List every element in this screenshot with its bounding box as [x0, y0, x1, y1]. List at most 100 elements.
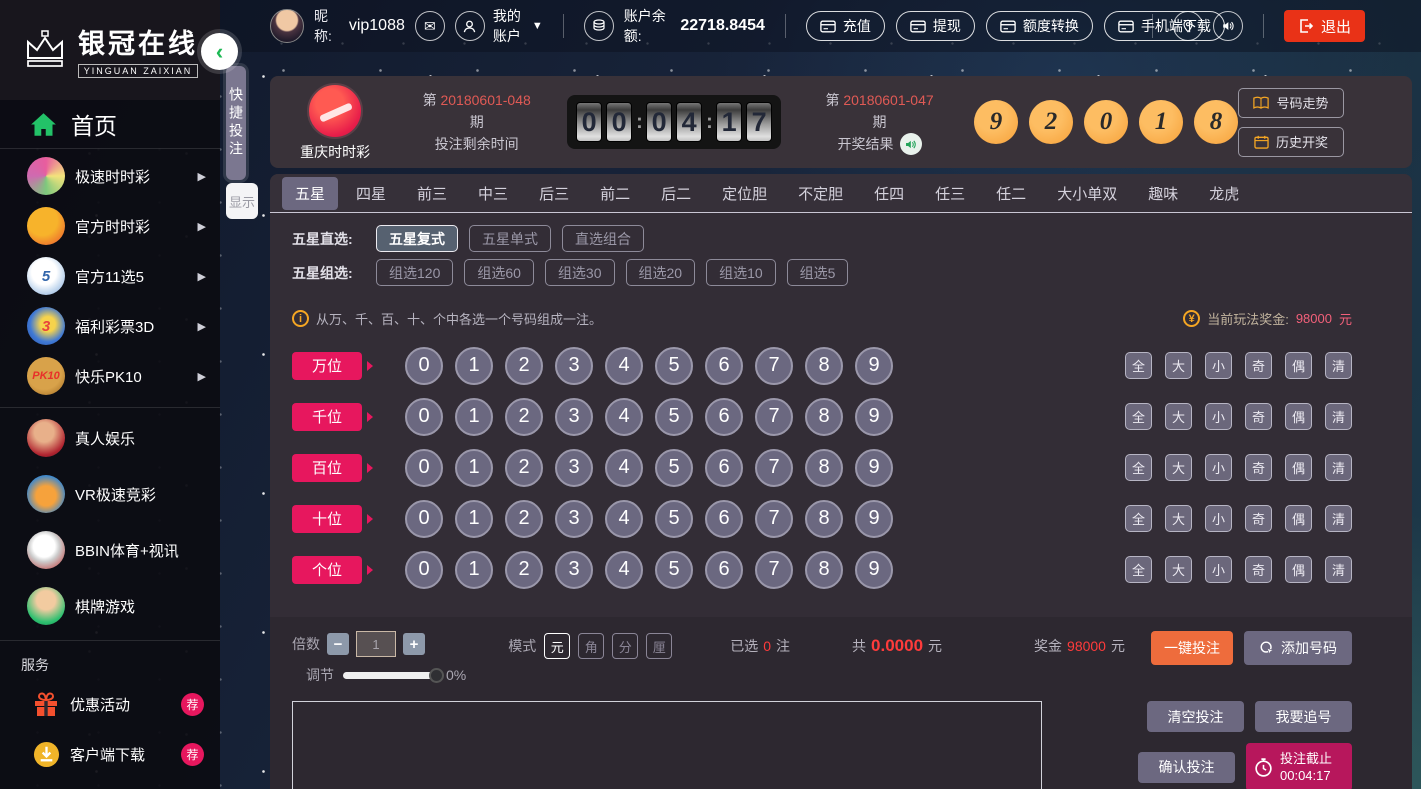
tab-houer[interactable]: 后二	[648, 177, 704, 210]
location-icon[interactable]	[1173, 11, 1203, 41]
tab-quwei[interactable]: 趣味	[1135, 177, 1191, 210]
number-ball-wan-9[interactable]: 9	[855, 347, 893, 385]
big-button-qian[interactable]: 大	[1165, 403, 1192, 430]
mode-yuan-button[interactable]: 元	[544, 633, 570, 659]
zhixuan-zuhe-button[interactable]: 直选组合	[562, 225, 644, 252]
odd-button-ge[interactable]: 奇	[1245, 556, 1272, 583]
number-ball-bai-5[interactable]: 5	[655, 449, 693, 487]
mode-li-button[interactable]: 厘	[646, 633, 672, 659]
result-sound-icon[interactable]	[900, 133, 922, 155]
clear-button-bai[interactable]: 清	[1325, 454, 1352, 481]
number-ball-ge-1[interactable]: 1	[455, 551, 493, 589]
show-toggle-button[interactable]: 显示	[226, 183, 258, 219]
confirm-bet-button[interactable]: 确认投注	[1138, 752, 1235, 783]
odd-button-qian[interactable]: 奇	[1245, 403, 1272, 430]
sidebar-item-bbin-sports[interactable]: BBIN体育+视讯	[0, 522, 220, 578]
zuxuan-5-button[interactable]: 组选5	[787, 259, 849, 286]
clear-button-ge[interactable]: 清	[1325, 556, 1352, 583]
number-ball-qian-9[interactable]: 9	[855, 398, 893, 436]
tab-qianer[interactable]: 前二	[587, 177, 643, 210]
number-ball-ge-6[interactable]: 6	[705, 551, 743, 589]
sidebar-item-home[interactable]: 首页	[0, 100, 220, 149]
tab-wuxing[interactable]: 五星	[282, 177, 338, 210]
bai-position-label[interactable]: 百位	[292, 454, 362, 482]
small-button-bai[interactable]: 小	[1205, 454, 1232, 481]
tab-rensan[interactable]: 任三	[922, 177, 978, 210]
even-button-shi[interactable]: 偶	[1285, 505, 1312, 532]
number-trend-button[interactable]: 号码走势	[1238, 88, 1344, 118]
chase-number-button[interactable]: 我要追号	[1255, 701, 1352, 732]
sidebar-item-help-center[interactable]: 帮助中心	[0, 779, 220, 789]
number-ball-shi-5[interactable]: 5	[655, 500, 693, 538]
quota-transfer-button[interactable]: 额度转换	[986, 11, 1093, 41]
big-button-shi[interactable]: 大	[1165, 505, 1192, 532]
tab-qiansan[interactable]: 前三	[404, 177, 460, 210]
tab-housan[interactable]: 后三	[526, 177, 582, 210]
number-ball-bai-9[interactable]: 9	[855, 449, 893, 487]
zuxuan-60-button[interactable]: 组选60	[464, 259, 534, 286]
wuxing-danshi-button[interactable]: 五星单式	[469, 225, 551, 252]
number-ball-bai-7[interactable]: 7	[755, 449, 793, 487]
number-ball-shi-0[interactable]: 0	[405, 500, 443, 538]
sidebar-item-board-games[interactable]: 棋牌游戏	[0, 578, 220, 634]
avatar[interactable]	[270, 9, 304, 43]
clear-button-shi[interactable]: 清	[1325, 505, 1352, 532]
number-ball-bai-3[interactable]: 3	[555, 449, 593, 487]
sidebar-item-official-11x5[interactable]: 5官方11选5▶	[0, 251, 220, 301]
tab-rensi[interactable]: 任四	[861, 177, 917, 210]
wuxing-fushi-button[interactable]: 五星复式	[376, 225, 458, 252]
even-button-wan[interactable]: 偶	[1285, 352, 1312, 379]
number-ball-wan-7[interactable]: 7	[755, 347, 793, 385]
number-ball-ge-5[interactable]: 5	[655, 551, 693, 589]
zuxuan-20-button[interactable]: 组选20	[626, 259, 696, 286]
quick-bet-button[interactable]: 一键投注	[1151, 631, 1233, 665]
tab-daxiaodanshuang[interactable]: 大小单双	[1044, 177, 1130, 210]
number-ball-bai-2[interactable]: 2	[505, 449, 543, 487]
multiple-plus-button[interactable]: +	[403, 633, 425, 655]
number-ball-wan-6[interactable]: 6	[705, 347, 743, 385]
number-ball-ge-8[interactable]: 8	[805, 551, 843, 589]
bet-list-box[interactable]	[292, 701, 1042, 789]
number-ball-qian-3[interactable]: 3	[555, 398, 593, 436]
number-ball-ge-0[interactable]: 0	[405, 551, 443, 589]
shi-position-label[interactable]: 十位	[292, 505, 362, 533]
number-ball-ge-3[interactable]: 3	[555, 551, 593, 589]
tab-raner[interactable]: 任二	[983, 177, 1039, 210]
mode-jiao-button[interactable]: 角	[578, 633, 604, 659]
sound-icon[interactable]	[1213, 11, 1243, 41]
number-ball-shi-2[interactable]: 2	[505, 500, 543, 538]
all-button-ge[interactable]: 全	[1125, 556, 1152, 583]
adjust-slider[interactable]	[343, 672, 437, 679]
brand-logo[interactable]: 银冠在线 YINGUAN ZAIXIAN	[0, 0, 220, 100]
clear-button-qian[interactable]: 清	[1325, 403, 1352, 430]
number-ball-shi-3[interactable]: 3	[555, 500, 593, 538]
my-account-menu[interactable]: 我的账户 ▼	[455, 6, 543, 46]
number-ball-ge-2[interactable]: 2	[505, 551, 543, 589]
multiple-minus-button[interactable]: −	[327, 633, 349, 655]
ge-position-label[interactable]: 个位	[292, 556, 362, 584]
number-ball-shi-8[interactable]: 8	[805, 500, 843, 538]
number-ball-wan-1[interactable]: 1	[455, 347, 493, 385]
mode-fen-button[interactable]: 分	[612, 633, 638, 659]
tab-longhu[interactable]: 龙虎	[1196, 177, 1252, 210]
clear-button-wan[interactable]: 清	[1325, 352, 1352, 379]
number-ball-qian-7[interactable]: 7	[755, 398, 793, 436]
withdraw-button[interactable]: 提现	[896, 11, 975, 41]
wan-position-label[interactable]: 万位	[292, 352, 362, 380]
number-ball-qian-8[interactable]: 8	[805, 398, 843, 436]
small-button-ge[interactable]: 小	[1205, 556, 1232, 583]
sidebar-item-live-casino[interactable]: 真人娱乐	[0, 410, 220, 466]
number-ball-shi-4[interactable]: 4	[605, 500, 643, 538]
number-ball-ge-7[interactable]: 7	[755, 551, 793, 589]
recharge-button[interactable]: 充值	[806, 11, 885, 41]
big-button-ge[interactable]: 大	[1165, 556, 1192, 583]
tab-zhongsan[interactable]: 中三	[465, 177, 521, 210]
odd-button-shi[interactable]: 奇	[1245, 505, 1272, 532]
sidebar-item-official-ssc[interactable]: 官方时时彩▶	[0, 201, 220, 251]
sidebar-item-speed-ssc[interactable]: 极速时时彩▶	[0, 151, 220, 201]
qian-position-label[interactable]: 千位	[292, 403, 362, 431]
number-ball-wan-2[interactable]: 2	[505, 347, 543, 385]
number-ball-bai-4[interactable]: 4	[605, 449, 643, 487]
sidebar-item-promotions[interactable]: 优惠活动荐	[0, 679, 220, 729]
number-ball-shi-7[interactable]: 7	[755, 500, 793, 538]
